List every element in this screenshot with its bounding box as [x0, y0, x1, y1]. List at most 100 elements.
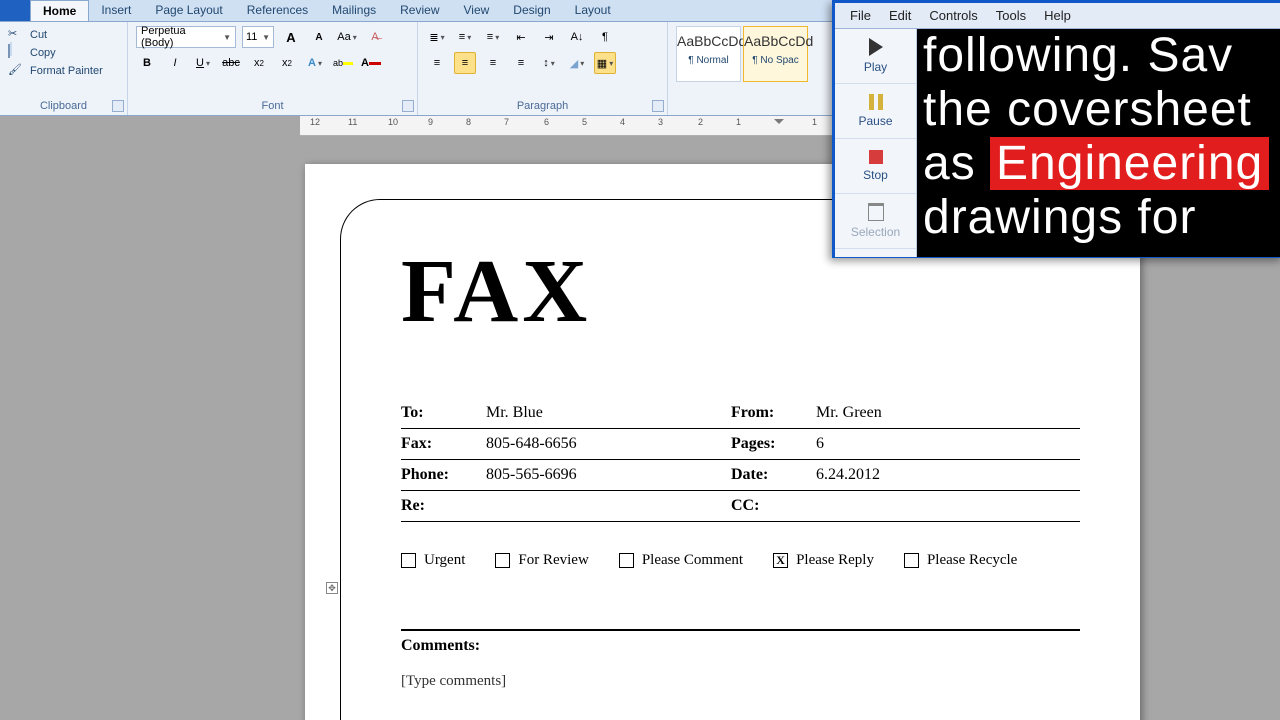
pause-label: Pause — [858, 114, 892, 128]
style-no-spacing[interactable]: AaBbCcDd ¶ No Spac — [743, 26, 808, 82]
align-left-button[interactable]: ≡ — [426, 52, 448, 74]
play-icon — [869, 38, 883, 56]
style-normal[interactable]: AaBbCcDd ¶ Normal — [676, 26, 741, 82]
font-group-label: Font — [136, 100, 409, 115]
increase-indent-button[interactable]: ⇥ — [538, 26, 560, 48]
overlay-text: following. Sav the coversheet as Enginee… — [917, 29, 1280, 257]
font-dialog-launcher[interactable] — [402, 100, 414, 112]
change-case-button[interactable]: Aa▾ — [336, 26, 358, 48]
overlay-line: as — [923, 137, 990, 190]
ruler-num: 8 — [466, 117, 471, 127]
superscript-button[interactable]: x2 — [276, 52, 298, 74]
selection-button[interactable]: Selection — [835, 194, 916, 249]
comments-label: Comments: — [401, 637, 1080, 655]
align-right-button[interactable]: ≡ — [482, 52, 504, 74]
to-label: To: — [401, 404, 486, 422]
grow-font-button[interactable]: A — [280, 26, 302, 48]
text-effects-button[interactable]: A▾ — [304, 52, 326, 74]
ruler-num: 1 — [736, 117, 741, 127]
multilevel-list-button[interactable]: ≡▾ — [482, 26, 504, 48]
show-marks-button[interactable]: ¶ — [594, 26, 616, 48]
copy-button[interactable]: Copy — [8, 44, 119, 62]
style-sample: AaBbCcDd — [744, 33, 807, 49]
tab-review[interactable]: Review — [388, 0, 451, 21]
style-name-normal: ¶ Normal — [677, 55, 740, 66]
tab-home[interactable]: Home — [30, 0, 89, 21]
font-size-combo[interactable]: 11▼ — [242, 26, 274, 48]
format-painter-label: Format Painter — [30, 65, 103, 77]
italic-button[interactable]: I — [164, 52, 186, 74]
to-value[interactable]: Mr. Blue — [486, 404, 543, 422]
fax-value[interactable]: 805-648-6656 — [486, 435, 577, 453]
bullets-button[interactable]: ≣▾ — [426, 26, 448, 48]
please-recycle-checkbox[interactable] — [904, 553, 919, 568]
shrink-font-button[interactable]: A — [308, 26, 330, 48]
tab-page-layout[interactable]: Page Layout — [143, 0, 234, 21]
clear-formatting-button[interactable]: A̶ — [364, 26, 386, 48]
please-comment-checkbox[interactable] — [619, 553, 634, 568]
tab-insert[interactable]: Insert — [89, 0, 143, 21]
selection-label: Selection — [851, 225, 900, 239]
font-color-button[interactable]: A — [360, 52, 382, 74]
comments-divider — [401, 629, 1080, 631]
justify-button[interactable]: ≡ — [510, 52, 532, 74]
overlay-menu-edit[interactable]: Edit — [882, 6, 918, 25]
clipboard-group-label: Clipboard — [8, 100, 119, 115]
format-painter-button[interactable]: Format Painter — [8, 62, 119, 80]
play-button[interactable]: Play — [835, 29, 916, 84]
overlay-highlight: Engineering — [990, 137, 1269, 190]
play-label: Play — [864, 60, 887, 74]
date-value[interactable]: 6.24.2012 — [816, 466, 880, 484]
line-spacing-button[interactable]: ↕▾ — [538, 52, 560, 74]
overlay-line: drawings for — [923, 191, 1275, 245]
font-name-combo[interactable]: Perpetua (Body)▼ — [136, 26, 236, 48]
phone-label: Phone: — [401, 466, 486, 484]
strikethrough-button[interactable]: abc — [220, 52, 242, 74]
comments-placeholder[interactable]: [Type comments] — [401, 673, 1080, 690]
indent-marker[interactable] — [774, 119, 784, 129]
tab-layout[interactable]: Layout — [563, 0, 623, 21]
tab-view[interactable]: View — [452, 0, 502, 21]
pause-button[interactable]: Pause — [835, 84, 916, 139]
tab-design[interactable]: Design — [501, 0, 562, 21]
shading-button[interactable]: ◢▾ — [566, 52, 588, 74]
tab-mailings[interactable]: Mailings — [320, 0, 388, 21]
overlay-menu-controls[interactable]: Controls — [922, 6, 984, 25]
file-tab[interactable] — [0, 0, 30, 21]
stop-button[interactable]: Stop — [835, 139, 916, 194]
please-recycle-label: Please Recycle — [927, 552, 1017, 569]
align-center-button[interactable]: ≡ — [454, 52, 476, 74]
numbering-button[interactable]: ≡▾ — [454, 26, 476, 48]
ruler-num: 7 — [504, 117, 509, 127]
date-label: Date: — [731, 466, 816, 484]
overlay-menu-help[interactable]: Help — [1037, 6, 1078, 25]
highlight-button[interactable]: ab — [332, 52, 354, 74]
underline-button[interactable]: U▾ — [192, 52, 214, 74]
clipboard-dialog-launcher[interactable] — [112, 100, 124, 112]
overlay-menu-tools[interactable]: Tools — [989, 6, 1033, 25]
sort-button[interactable]: A↓ — [566, 26, 588, 48]
subscript-button[interactable]: x2 — [248, 52, 270, 74]
instruction-overlay-window[interactable]: File Edit Controls Tools Help Play Pause… — [832, 0, 1280, 258]
decrease-indent-button[interactable]: ⇤ — [510, 26, 532, 48]
cc-label: CC: — [731, 497, 816, 515]
selection-icon — [868, 203, 884, 221]
tab-references[interactable]: References — [235, 0, 320, 21]
pages-label: Pages: — [731, 435, 816, 453]
phone-value[interactable]: 805-565-6696 — [486, 466, 577, 484]
from-value[interactable]: Mr. Green — [816, 404, 882, 422]
bold-button[interactable]: B — [136, 52, 158, 74]
cut-button[interactable]: Cut — [8, 26, 119, 44]
for-review-checkbox[interactable] — [495, 553, 510, 568]
overlay-menu-file[interactable]: File — [843, 6, 878, 25]
please-reply-checkbox[interactable]: X — [773, 553, 788, 568]
urgent-checkbox[interactable] — [401, 553, 416, 568]
please-reply-label: Please Reply — [796, 552, 874, 569]
table-move-handle[interactable]: ✥ — [326, 582, 338, 594]
overlay-line: following. Sav — [923, 29, 1275, 83]
ruler-num: 10 — [388, 117, 398, 127]
pages-value[interactable]: 6 — [816, 435, 824, 453]
borders-button[interactable]: ▦▾ — [594, 52, 616, 74]
ruler-num: 2 — [698, 117, 703, 127]
paragraph-dialog-launcher[interactable] — [652, 100, 664, 112]
